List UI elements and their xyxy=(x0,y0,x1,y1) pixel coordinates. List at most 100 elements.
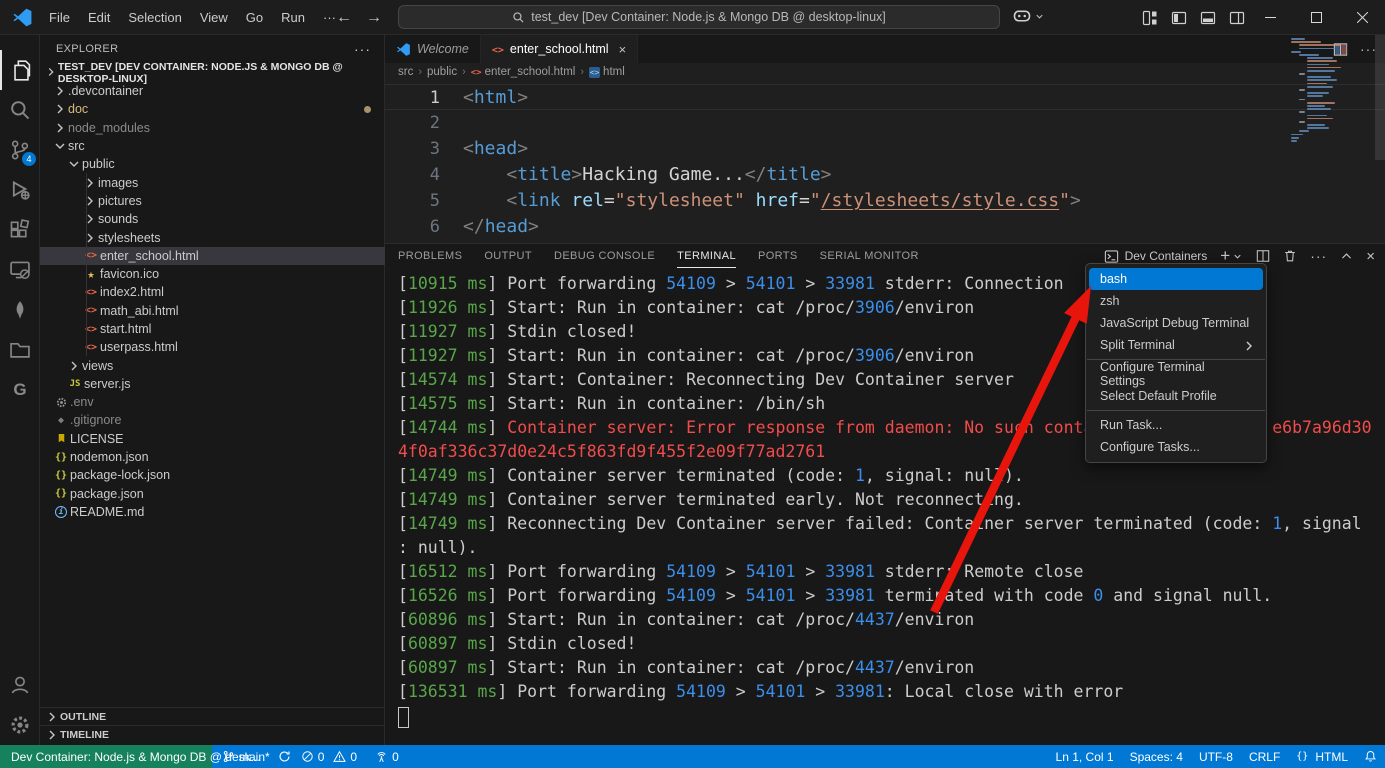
tree-item-src[interactable]: src xyxy=(40,137,385,155)
status-html[interactable]: {}HTML xyxy=(1296,750,1348,764)
activity-run-debug-icon[interactable] xyxy=(0,170,40,210)
menu-item-run-task[interactable]: Run Task... xyxy=(1089,414,1263,436)
panel-tab-serial-monitor[interactable]: SERIAL MONITOR xyxy=(820,244,919,268)
activity-search-icon[interactable] xyxy=(0,90,40,130)
command-center-search[interactable]: test_dev [Dev Container: Node.js & Mongo… xyxy=(398,5,1000,29)
code-editor[interactable]: 1<html>23<head>4 <title>Hacking Game...<… xyxy=(385,84,1385,243)
customize-layout-icon[interactable] xyxy=(1142,10,1158,26)
remote-indicator[interactable]: Dev Container: Node.js & Mongo DB @ desk… xyxy=(0,745,212,768)
tree-item-server-js[interactable]: JSserver.js xyxy=(40,375,385,393)
terminal-profile[interactable]: Dev Containers xyxy=(1104,249,1208,264)
window-close-button[interactable] xyxy=(1339,0,1385,35)
nav-forward-icon[interactable]: → xyxy=(366,9,382,27)
editor-scrollbar[interactable] xyxy=(1375,35,1385,160)
tree-item-pictures[interactable]: pictures xyxy=(40,192,385,210)
tree-item-enter-school-html[interactable]: <>enter_school.html xyxy=(40,247,385,265)
menu-selection[interactable]: Selection xyxy=(119,7,190,28)
tree-item-stylesheets[interactable]: stylesheets xyxy=(40,228,385,246)
menu-item-split-terminal[interactable]: Split Terminal xyxy=(1089,334,1263,356)
tree-item-public[interactable]: public xyxy=(40,155,385,173)
error-icon xyxy=(301,750,314,763)
tree-item-readme-md[interactable]: iREADME.md xyxy=(40,503,385,521)
kill-terminal-icon[interactable] xyxy=(1283,249,1297,263)
panel-tab-ports[interactable]: PORTS xyxy=(758,244,798,268)
notifications-bell-icon[interactable] xyxy=(1364,750,1377,763)
tree-item-gitignore[interactable]: ◆.gitignore xyxy=(40,411,385,429)
activity-mongodb-icon[interactable] xyxy=(0,290,40,330)
tree-item-package-lock-json[interactable]: {}package-lock.json xyxy=(40,466,385,484)
menu-item-configure-terminal-settings[interactable]: Configure Terminal Settings xyxy=(1089,363,1263,385)
tree-item-nodemon-json[interactable]: {}nodemon.json xyxy=(40,448,385,466)
toggle-panel-icon[interactable] xyxy=(1200,10,1216,26)
activity-gitlens-icon[interactable]: G xyxy=(0,370,40,410)
panel-tab-terminal[interactable]: TERMINAL xyxy=(677,244,736,268)
menu-item-zsh[interactable]: zsh xyxy=(1089,290,1263,312)
tree-item-start-html[interactable]: <>start.html xyxy=(40,320,385,338)
menu-view[interactable]: View xyxy=(191,7,237,28)
menu-item-javascript-debug-terminal[interactable]: JavaScript Debug Terminal xyxy=(1089,312,1263,334)
activity-settings-icon[interactable] xyxy=(0,705,40,745)
menu-item-bash[interactable]: bash xyxy=(1089,268,1263,290)
tree-item-license[interactable]: LICENSE xyxy=(40,430,385,448)
breadcrumb-item-src[interactable]: src xyxy=(398,66,413,78)
panel-more-actions-icon[interactable]: ··· xyxy=(1310,248,1327,264)
menu-file[interactable]: File xyxy=(40,7,79,28)
tree-item-math-abi-html[interactable]: <>math_abi.html xyxy=(40,302,385,320)
activity-explorer-icon[interactable] xyxy=(0,50,40,90)
window-maximize-button[interactable] xyxy=(1293,0,1339,35)
status-ln-1-col-1[interactable]: Ln 1, Col 1 xyxy=(1056,750,1114,764)
explorer-more-actions-icon[interactable]: ··· xyxy=(354,41,371,57)
tree-item-doc[interactable]: doc xyxy=(40,100,385,118)
tree-item-node-modules[interactable]: node_modules xyxy=(40,119,385,137)
ports-indicator[interactable]: 0 xyxy=(375,750,399,764)
tree-item-sounds[interactable]: sounds xyxy=(40,210,385,228)
panel-tab-problems[interactable]: PROBLEMS xyxy=(398,244,462,268)
menu-item-select-default-profile[interactable]: Select Default Profile xyxy=(1089,385,1263,407)
copilot-button[interactable] xyxy=(1012,6,1045,26)
branch-indicator[interactable]: main* xyxy=(222,750,291,764)
menu-item-configure-tasks[interactable]: Configure Tasks... xyxy=(1089,436,1263,458)
tree-item-index2-html[interactable]: <>index2.html xyxy=(40,283,385,301)
editor-tab-welcome[interactable]: Welcome xyxy=(385,35,481,63)
breadcrumb[interactable]: src›public›<>enter_school.html›<>html xyxy=(385,63,1385,81)
status-crlf[interactable]: CRLF xyxy=(1249,750,1280,764)
maximize-panel-icon[interactable] xyxy=(1340,250,1353,263)
minimap[interactable] xyxy=(1291,38,1371,143)
activity-account-icon[interactable] xyxy=(0,665,40,705)
tree-item-package-json[interactable]: {}package.json xyxy=(40,485,385,503)
tree-item-devcontainer[interactable]: .devcontainer xyxy=(40,82,385,100)
activity-source-control-icon[interactable]: 4 xyxy=(0,130,40,170)
tree-item-userpass-html[interactable]: <>userpass.html xyxy=(40,338,385,356)
toggle-primary-sidebar-icon[interactable] xyxy=(1171,10,1187,26)
window-minimize-button[interactable] xyxy=(1247,0,1293,35)
tree-item-images[interactable]: images xyxy=(40,173,385,191)
tree-item-env[interactable]: .env xyxy=(40,393,385,411)
nav-back-icon[interactable]: ← xyxy=(336,9,352,27)
status-spaces-4[interactable]: Spaces: 4 xyxy=(1130,750,1183,764)
activity-project-folder-icon[interactable] xyxy=(0,330,40,370)
menu-go[interactable]: Go xyxy=(237,7,272,28)
toggle-secondary-sidebar-icon[interactable] xyxy=(1229,10,1245,26)
tree-item-favicon-ico[interactable]: ★favicon.ico xyxy=(40,265,385,283)
close-tab-icon[interactable]: × xyxy=(619,42,627,57)
menu-edit[interactable]: Edit xyxy=(79,7,119,28)
sidebar-section-outline[interactable]: OUTLINE xyxy=(40,707,385,725)
activity-extensions-icon[interactable] xyxy=(0,210,40,250)
split-terminal-icon[interactable] xyxy=(1256,249,1270,263)
panel-tab-debug-console[interactable]: DEBUG CONSOLE xyxy=(554,244,655,268)
breadcrumb-item-enter-school-html[interactable]: <>enter_school.html xyxy=(471,66,576,78)
tree-item-views[interactable]: views xyxy=(40,356,385,374)
terminal-profile-dropdown-icon[interactable] xyxy=(1232,251,1243,262)
menu-run[interactable]: Run xyxy=(272,7,314,28)
status-utf-8[interactable]: UTF-8 xyxy=(1199,750,1233,764)
vscode-logo-icon[interactable] xyxy=(12,7,33,28)
panel-tab-output[interactable]: OUTPUT xyxy=(484,244,532,268)
problems-indicator[interactable]: 0 0 xyxy=(301,750,357,764)
breadcrumb-item-public[interactable]: public xyxy=(427,66,457,78)
breadcrumb-item-html[interactable]: <>html xyxy=(589,66,625,78)
sidebar-section-timeline[interactable]: TIMELINE xyxy=(40,725,385,743)
project-root-row[interactable]: TEST_DEV [DEV CONTAINER: NODE.JS & MONGO… xyxy=(40,64,385,82)
activity-remote-explorer-icon[interactable] xyxy=(0,250,40,290)
editor-tab-enter-school-html[interactable]: <> enter_school.html× xyxy=(481,35,638,63)
close-panel-icon[interactable]: × xyxy=(1366,248,1375,265)
